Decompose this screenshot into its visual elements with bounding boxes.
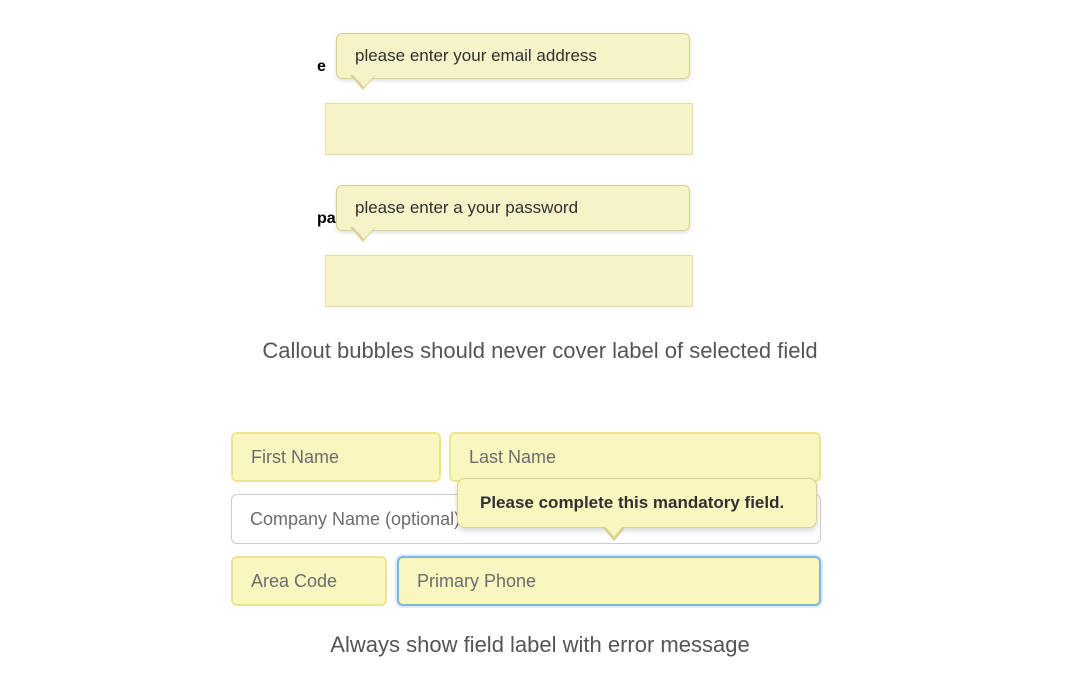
bubble-tail	[604, 525, 624, 537]
email-label: e	[317, 58, 326, 76]
primary-phone-field[interactable]: Primary Phone	[397, 556, 821, 606]
first-name-placeholder: First Name	[251, 447, 339, 468]
area-code-placeholder: Area Code	[251, 571, 337, 592]
caption-label-rule: Always show field label with error messa…	[0, 632, 1080, 658]
last-name-placeholder: Last Name	[469, 447, 556, 468]
email-error-callout: please enter your email address	[336, 33, 690, 79]
callout-tail	[351, 73, 377, 87]
first-name-field[interactable]: First Name	[231, 432, 441, 482]
primary-phone-placeholder: Primary Phone	[417, 571, 536, 592]
callout-tail-2	[351, 225, 377, 239]
last-name-field[interactable]: Last Name	[449, 432, 821, 482]
email-input[interactable]	[325, 103, 693, 155]
password-error-callout: please enter a your password	[336, 185, 690, 231]
mandatory-field-error-bubble: Please complete this mandatory field.	[457, 478, 817, 528]
company-name-placeholder: Company Name (optional)	[250, 509, 460, 530]
password-label: pa	[317, 210, 336, 228]
password-input[interactable]	[325, 255, 693, 307]
area-code-field[interactable]: Area Code	[231, 556, 387, 606]
caption-callout-rule: Callout bubbles should never cover label…	[0, 338, 1080, 364]
